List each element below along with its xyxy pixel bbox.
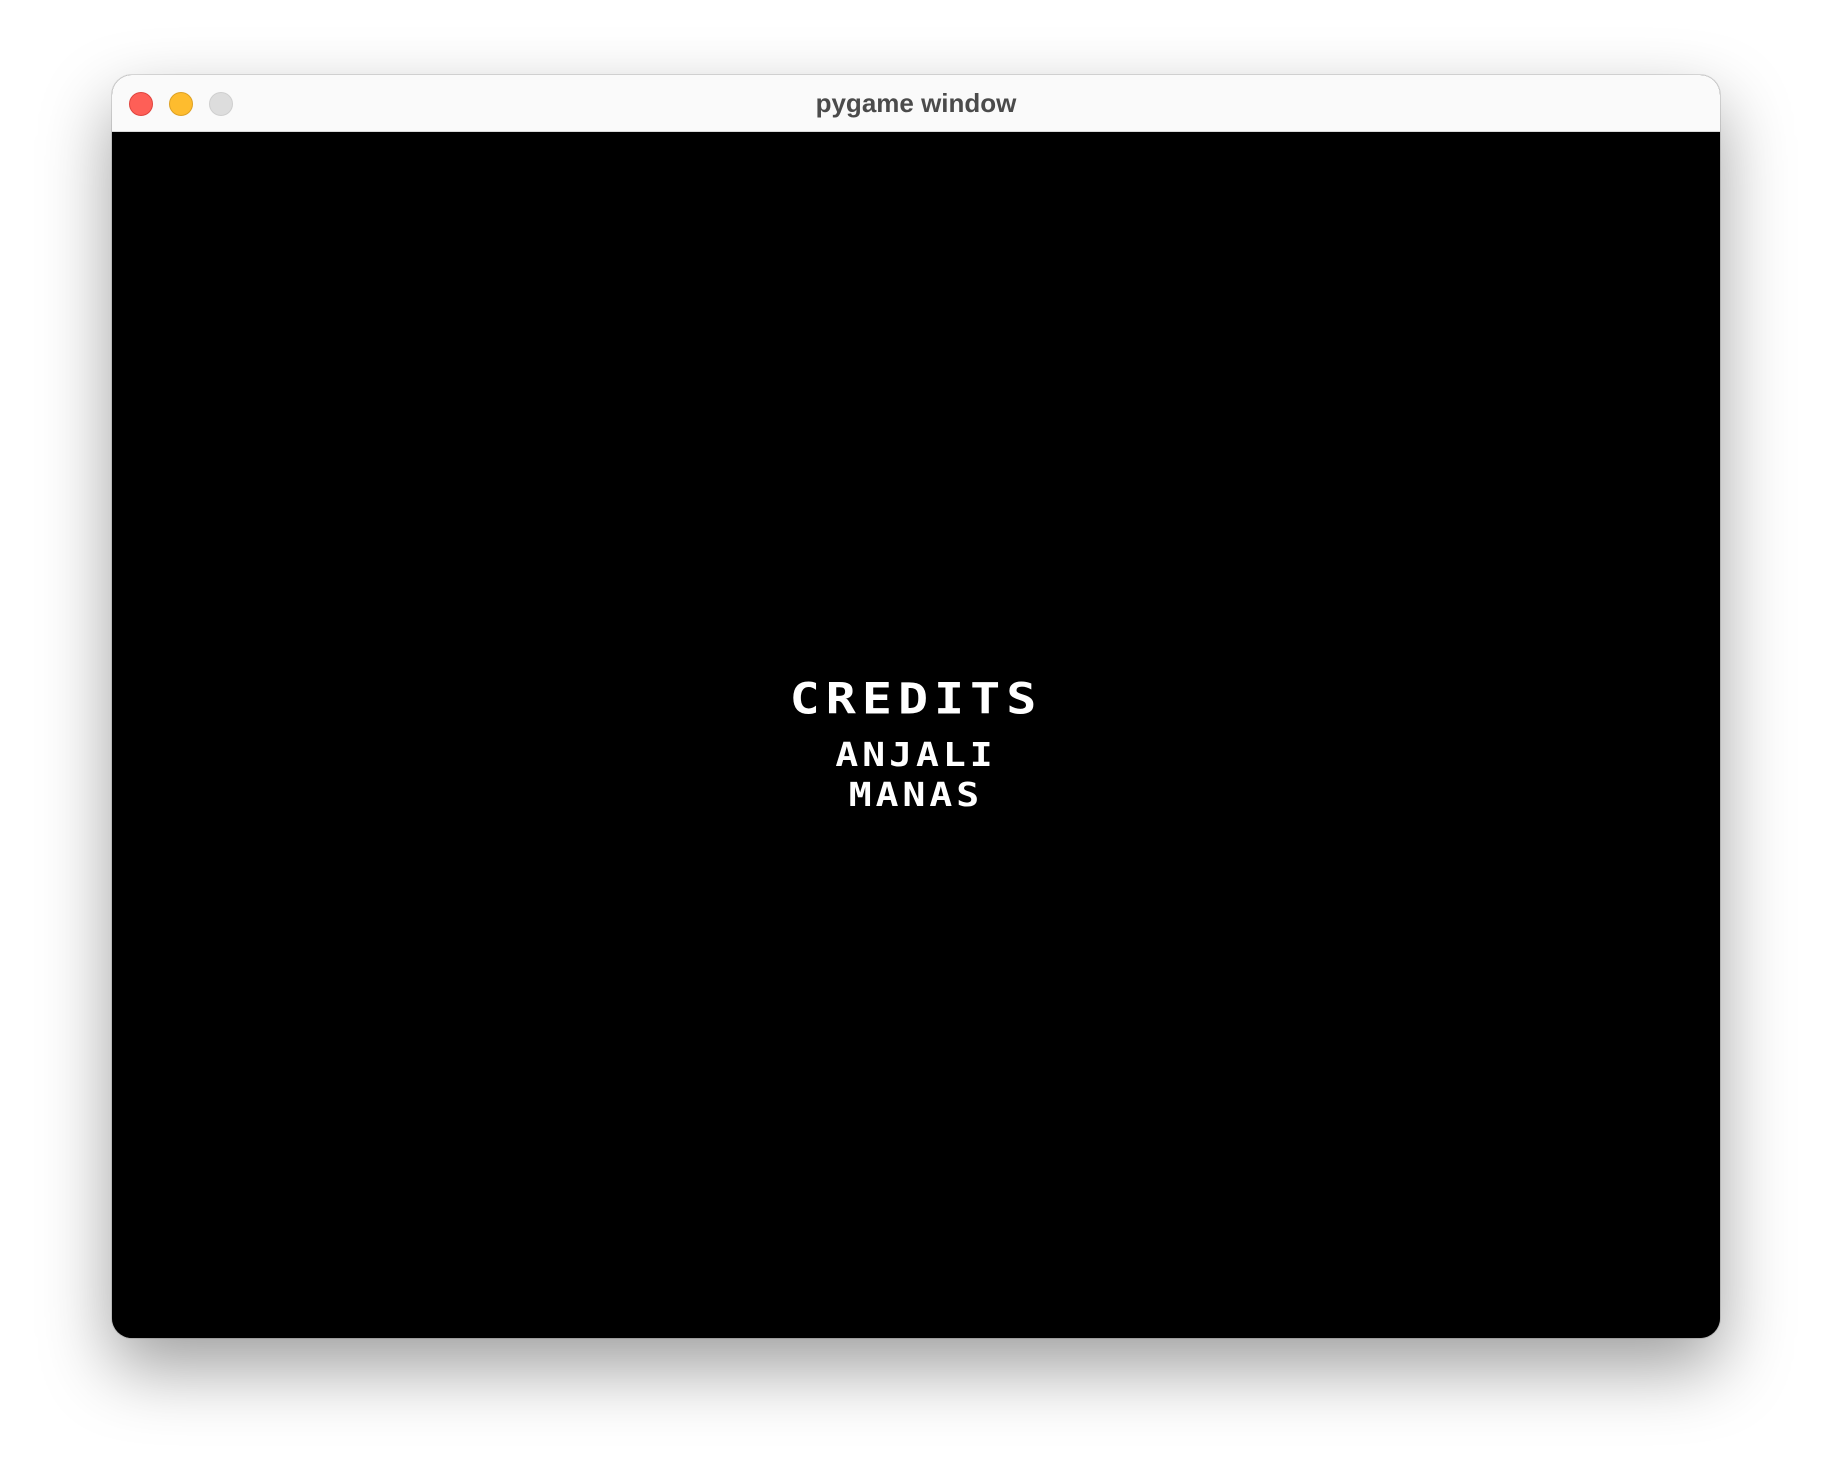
credits-heading: CREDITS bbox=[789, 674, 1043, 724]
credit-name: ANJALI bbox=[835, 736, 997, 774]
game-canvas[interactable]: CREDITS ANJALI MANAS bbox=[112, 132, 1720, 1338]
credit-name: MANAS bbox=[848, 776, 984, 814]
title-bar[interactable]: pygame window bbox=[112, 75, 1720, 132]
game-window: pygame window CREDITS ANJALI MANAS bbox=[112, 75, 1720, 1338]
credits-screen: CREDITS ANJALI MANAS bbox=[112, 132, 1720, 1338]
window-title: pygame window bbox=[815, 88, 1017, 118]
